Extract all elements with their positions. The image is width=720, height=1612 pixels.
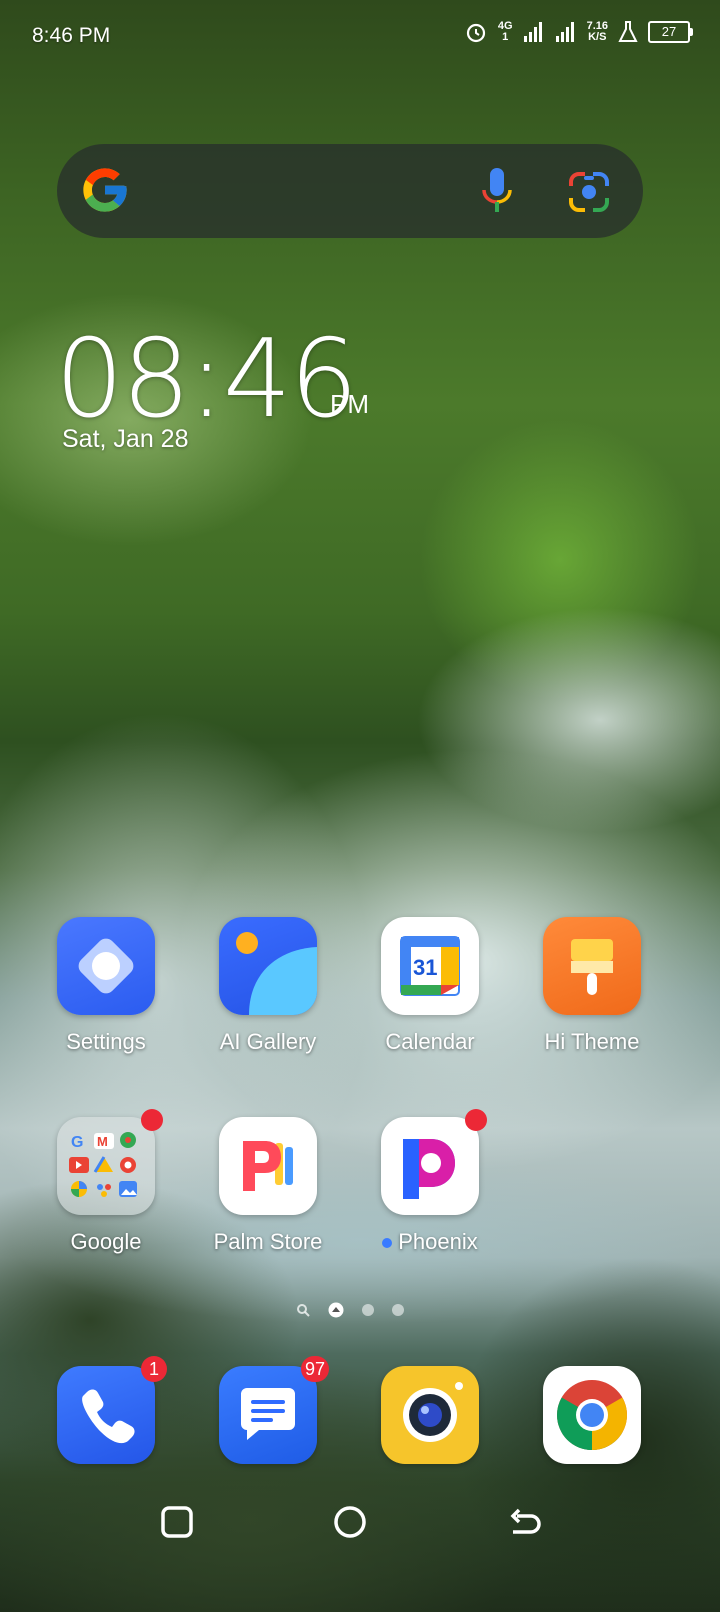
new-install-indicator: [382, 1238, 393, 1249]
app-label: AI Gallery: [219, 1029, 317, 1054]
notification-dot: [141, 1109, 163, 1131]
app-calendar[interactable]: 31 Calendar: [355, 917, 505, 1055]
back-icon[interactable]: [505, 1502, 545, 1542]
battery-icon: 27: [648, 21, 693, 43]
notification-dot: [465, 1109, 487, 1131]
page-dot[interactable]: [362, 1304, 374, 1316]
status-time: 8:46 PM: [32, 24, 111, 47]
dock-camera[interactable]: [355, 1366, 505, 1464]
app-settings[interactable]: Settings: [31, 917, 181, 1055]
recents-icon[interactable]: [157, 1502, 197, 1542]
google-logo-icon: [83, 168, 127, 212]
dock-phone[interactable]: 1: [31, 1356, 181, 1464]
page-dot[interactable]: [392, 1304, 404, 1316]
app-label: Settings: [66, 1029, 146, 1054]
google-folder-icon: G M: [57, 1109, 163, 1215]
gallery-icon: [219, 917, 317, 1015]
clock-time: 08:46: [55, 317, 358, 442]
folder-google[interactable]: G M Google: [31, 1109, 181, 1255]
alarm-icon: [466, 23, 485, 43]
app-label: Palm Store: [213, 1229, 323, 1254]
notification-badge: 1: [141, 1356, 167, 1382]
app-label: Hi Theme: [544, 1029, 640, 1054]
messages-icon: 97: [219, 1356, 329, 1464]
dock-messages[interactable]: 97: [193, 1356, 343, 1464]
dock-chrome[interactable]: [517, 1366, 667, 1464]
data-speed: 7.16 K/S: [586, 20, 608, 43]
app-hi-theme[interactable]: Hi Theme: [517, 917, 667, 1055]
clock-ampm: PM: [330, 389, 369, 419]
app-ai-gallery[interactable]: AI Gallery: [193, 917, 343, 1055]
navigation-bar: [0, 1490, 720, 1560]
signal-icon: [523, 22, 542, 42]
microphone-icon[interactable]: [477, 166, 517, 216]
app-palm-store[interactable]: Palm Store: [193, 1117, 343, 1255]
app-label: Google: [70, 1229, 142, 1254]
camera-icon: [381, 1366, 479, 1464]
signal-icon: [555, 22, 574, 42]
home-page-icon[interactable]: [328, 1302, 344, 1318]
clock-widget[interactable]: 08:46 PM Sat, Jan 28: [55, 317, 369, 454]
svg-text:G: G: [71, 1134, 83, 1151]
status-icons: 4G 1 7.16 K/S 27: [464, 20, 693, 44]
calendar-icon: 31: [381, 917, 479, 1015]
svg-text:M: M: [97, 1134, 108, 1149]
search-page-icon[interactable]: [296, 1303, 310, 1317]
calendar-date-text: 31: [413, 955, 438, 980]
palm-store-icon: [219, 1117, 317, 1215]
google-lens-icon[interactable]: [567, 170, 611, 214]
notification-badge: 97: [300, 1356, 329, 1382]
google-search-bar[interactable]: [57, 144, 643, 238]
phoenix-icon: [381, 1109, 487, 1215]
clock-date: Sat, Jan 28: [62, 425, 189, 453]
theme-brush-icon: [543, 917, 641, 1015]
app-phoenix[interactable]: Phoenix: [355, 1109, 505, 1255]
settings-icon: [57, 917, 155, 1015]
status-bar: 8:46 PM 4G 1 7.16 K/S 27: [0, 0, 720, 72]
app-label: Calendar: [385, 1029, 475, 1054]
network-type: 4G 1: [497, 20, 513, 43]
app-label: Phoenix: [398, 1229, 478, 1254]
chrome-icon: [543, 1366, 641, 1464]
phone-icon: 1: [57, 1356, 167, 1464]
app-label-with-indicator: Phoenix: [355, 1229, 505, 1255]
home-icon[interactable]: [330, 1502, 370, 1542]
flask-icon: [618, 21, 638, 42]
page-indicator[interactable]: [296, 1302, 404, 1318]
